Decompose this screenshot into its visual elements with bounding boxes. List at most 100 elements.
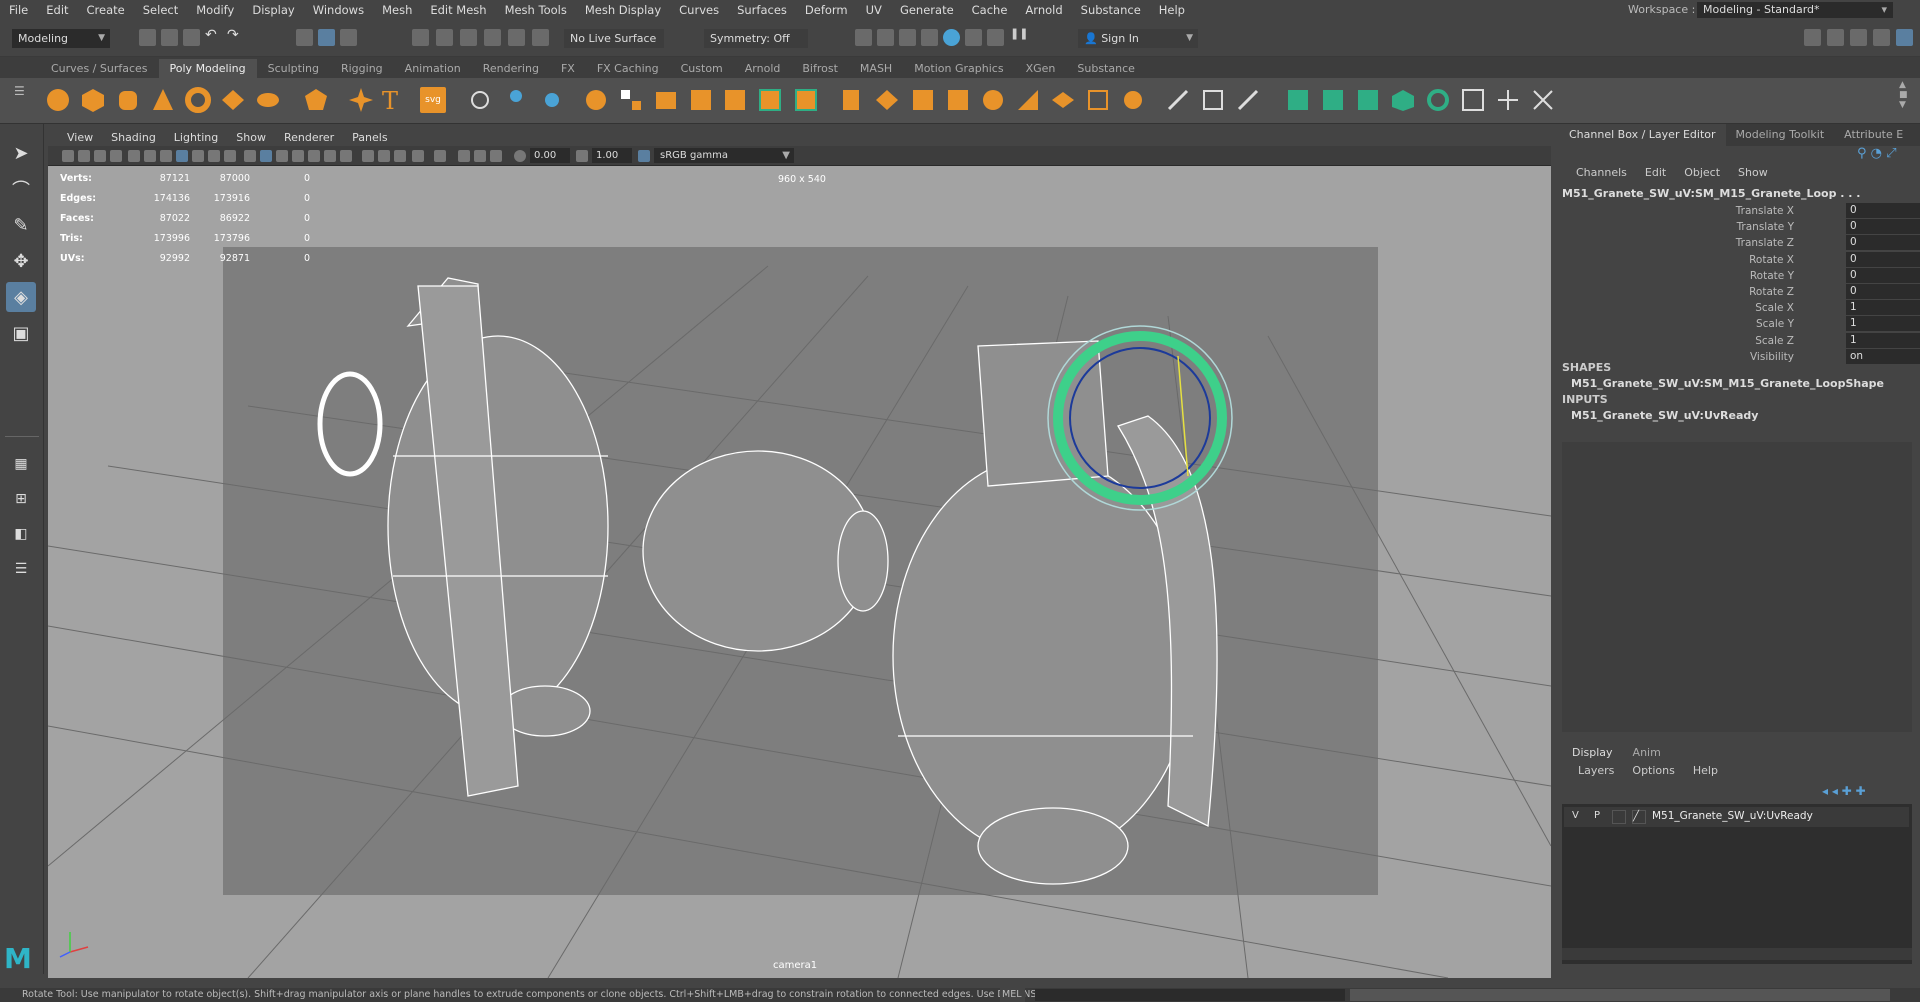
layer-visibility-toggle[interactable]: V: [1572, 810, 1579, 821]
gamma-icon[interactable]: [576, 150, 588, 162]
depth-of-field-icon[interactable]: [412, 150, 424, 162]
menu-help[interactable]: Help: [1150, 3, 1194, 17]
image-plane-icon[interactable]: [110, 150, 122, 162]
smooth-shade-icon[interactable]: [260, 150, 272, 162]
shelf-menu-icon[interactable]: ☰: [14, 84, 25, 98]
snap-view-icon[interactable]: [508, 29, 525, 46]
shelf-scroll-arrows[interactable]: ▲ ■ ▼: [1899, 80, 1908, 110]
uv-spherical-icon[interactable]: [1355, 87, 1381, 113]
channel-box-toolbar-icons[interactable]: ⚲ ◔ ⤢: [1857, 146, 1897, 161]
render-settings-icon[interactable]: [921, 29, 938, 46]
menu-cache[interactable]: Cache: [963, 3, 1017, 17]
workspace-dropdown[interactable]: Modeling - Standard* ▾: [1697, 2, 1893, 18]
persp-outliner-layout-icon[interactable]: ◧: [6, 519, 36, 549]
viewport-menu-view[interactable]: View: [58, 131, 102, 144]
target-weld-icon[interactable]: [980, 87, 1006, 113]
attribute-name[interactable]: Visibility: [1750, 349, 1794, 365]
insert-edge-loop-icon[interactable]: [910, 87, 936, 113]
slide-edge-icon[interactable]: [1120, 87, 1146, 113]
menu-edit-mesh[interactable]: Edit Mesh: [421, 3, 495, 17]
live-surface-field[interactable]: No Live Surface: [564, 29, 664, 48]
shelf-tab-poly-modeling[interactable]: Poly Modeling: [158, 59, 257, 78]
hypershade-icon[interactable]: [943, 29, 960, 46]
type-icon[interactable]: T: [382, 87, 408, 115]
viewport-menu-show[interactable]: Show: [227, 131, 275, 144]
color-management-icon[interactable]: [638, 150, 650, 162]
outliner-icon[interactable]: ☰: [6, 554, 36, 584]
poly-plane-icon[interactable]: [220, 87, 246, 113]
menu-deform[interactable]: Deform: [796, 3, 857, 17]
select-hierarchy-icon[interactable]: [296, 29, 313, 46]
viewport-menu-lighting[interactable]: Lighting: [165, 131, 227, 144]
selected-object-name[interactable]: M51_Granete_SW_uV:SM_M15_Granete_Loop . …: [1562, 187, 1860, 200]
xray-icon[interactable]: [458, 150, 470, 162]
toggle-tool-settings-icon[interactable]: [1850, 29, 1867, 46]
uv-cut-icon[interactable]: [1495, 87, 1521, 113]
platonic-solid-icon[interactable]: [303, 87, 329, 113]
attribute-name[interactable]: Scale Y: [1756, 316, 1794, 332]
shelf-tab-rendering[interactable]: Rendering: [472, 59, 550, 78]
layer-menu-options[interactable]: Options: [1623, 764, 1683, 777]
attribute-name[interactable]: Scale Z: [1755, 333, 1794, 349]
film-gate-icon[interactable]: [144, 150, 156, 162]
shelf-tab-motion-graphics[interactable]: Motion Graphics: [903, 59, 1014, 78]
save-scene-icon[interactable]: [183, 29, 200, 46]
sculpt-icon[interactable]: [467, 87, 493, 113]
color-space-dropdown[interactable]: sRGB gamma ▼: [654, 148, 794, 163]
layer-playback-toggle[interactable]: P: [1594, 810, 1600, 821]
shelf-tab-substance[interactable]: Substance: [1066, 59, 1146, 78]
tab-channel-box-layer-editor[interactable]: Channel Box / Layer Editor: [1559, 124, 1726, 146]
menu-windows[interactable]: Windows: [304, 3, 373, 17]
attribute-value[interactable]: on: [1846, 348, 1920, 364]
shape-node[interactable]: M51_Granete_SW_uV:SM_M15_Granete_LoopSha…: [1571, 377, 1884, 390]
layer-type-toggle[interactable]: [1612, 810, 1626, 824]
attribute-value[interactable]: 1: [1846, 300, 1920, 316]
tab-modeling-toolkit[interactable]: Modeling Toolkit: [1726, 124, 1835, 146]
mode-dropdown[interactable]: Modeling ▼: [12, 29, 110, 48]
uv-planar-icon[interactable]: [1285, 87, 1311, 113]
wireframe-icon[interactable]: [244, 150, 256, 162]
shelf-tab-animation[interactable]: Animation: [394, 59, 472, 78]
fill-hole-icon[interactable]: [838, 87, 864, 113]
resolution-gate-icon[interactable]: [160, 150, 172, 162]
poly-cylinder-icon[interactable]: [115, 87, 141, 113]
select-object-icon[interactable]: [318, 29, 335, 46]
channel-menu-channels[interactable]: Channels: [1567, 166, 1636, 179]
attribute-name[interactable]: Rotate Y: [1750, 268, 1794, 284]
attribute-value[interactable]: 0: [1846, 251, 1920, 267]
attribute-name[interactable]: Translate Y: [1737, 219, 1794, 235]
poly-disc-icon[interactable]: [255, 87, 281, 113]
lasso-tool-icon[interactable]: ⌒: [6, 174, 36, 204]
mirror-icon[interactable]: [688, 87, 714, 113]
snap-live-icon[interactable]: [532, 29, 549, 46]
menu-mesh[interactable]: Mesh: [373, 3, 421, 17]
camera-select-icon[interactable]: [62, 150, 74, 162]
shadows-icon[interactable]: [340, 150, 352, 162]
shelf-tab-curves-surfaces[interactable]: Curves / Surfaces: [40, 59, 159, 78]
render-view-icon[interactable]: [855, 29, 872, 46]
attribute-value[interactable]: 1: [1846, 316, 1920, 332]
scale-tool-icon[interactable]: ▣: [6, 318, 36, 348]
undo-icon[interactable]: ↶: [205, 27, 222, 44]
tab-attribute-e[interactable]: Attribute E: [1834, 124, 1913, 146]
layer-color-swatch[interactable]: ╱: [1632, 810, 1646, 824]
uv-layout-icon[interactable]: [1460, 87, 1486, 113]
gamma-field[interactable]: 1.00: [592, 148, 632, 163]
snap-point-icon[interactable]: [460, 29, 477, 46]
viewport-panel[interactable]: Verts: 87121 87000 0 Edges: 174136 173916 0 Face…: [48, 166, 1551, 978]
menu-substance[interactable]: Substance: [1072, 3, 1150, 17]
lights-icon[interactable]: [324, 150, 336, 162]
poly-sphere-icon[interactable]: [45, 87, 71, 113]
toggle-layer-editor-icon[interactable]: [1896, 29, 1913, 46]
symmetry-dropdown[interactable]: Symmetry: Off: [704, 29, 808, 48]
snap-grid-icon[interactable]: [412, 29, 429, 46]
wireframe-on-shaded-icon[interactable]: [292, 150, 304, 162]
poly-torus-icon[interactable]: [185, 87, 211, 113]
attribute-value[interactable]: 0: [1846, 235, 1920, 251]
menu-uv[interactable]: UV: [857, 3, 891, 17]
svg-icon[interactable]: svg: [420, 87, 446, 113]
paint-select-tool-icon[interactable]: ✎: [6, 210, 36, 240]
viewport-menu-renderer[interactable]: Renderer: [275, 131, 343, 144]
bevel-icon[interactable]: [793, 87, 819, 113]
toggle-modeling-toolkit-icon[interactable]: [1804, 29, 1821, 46]
